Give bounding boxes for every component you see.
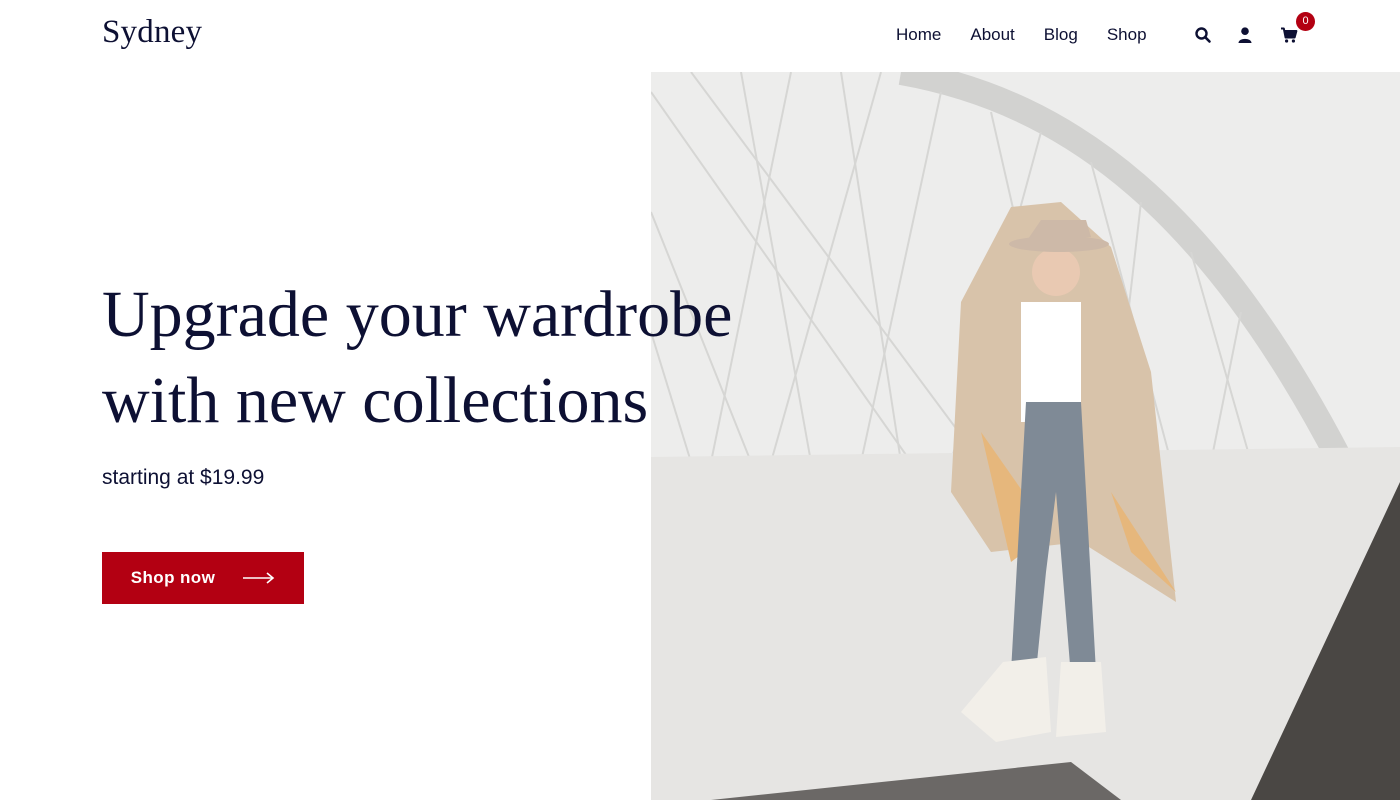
nav-home[interactable]: Home — [896, 25, 941, 45]
nav-about[interactable]: About — [970, 25, 1014, 45]
shop-now-button[interactable]: Shop now — [102, 552, 304, 604]
nav-blog[interactable]: Blog — [1044, 25, 1078, 45]
hero-headline: Upgrade your wardrobe with new collectio… — [102, 272, 802, 444]
shop-now-label: Shop now — [130, 568, 216, 587]
nav-shop[interactable]: Shop — [1107, 25, 1147, 45]
site-logo[interactable]: Sydney — [102, 14, 202, 51]
hero-headline-line1: Upgrade your wardrobe — [102, 278, 733, 351]
cart-count-badge: 0 — [1296, 12, 1315, 31]
arrow-right-icon — [243, 572, 275, 584]
hero-section: Upgrade your wardrobe with new collectio… — [102, 272, 802, 490]
header-icons: 0 — [1194, 12, 1315, 44]
site-header: Sydney Home About Blog Shop 0 — [0, 0, 1400, 72]
main-nav: Home About Blog Shop — [896, 25, 1147, 45]
user-icon[interactable] — [1236, 26, 1254, 44]
hero-headline-line2: with new collections — [102, 364, 649, 437]
search-icon[interactable] — [1194, 26, 1212, 44]
cart-icon[interactable]: 0 — [1280, 12, 1315, 44]
hero-price-subline: starting at $19.99 — [102, 466, 265, 489]
